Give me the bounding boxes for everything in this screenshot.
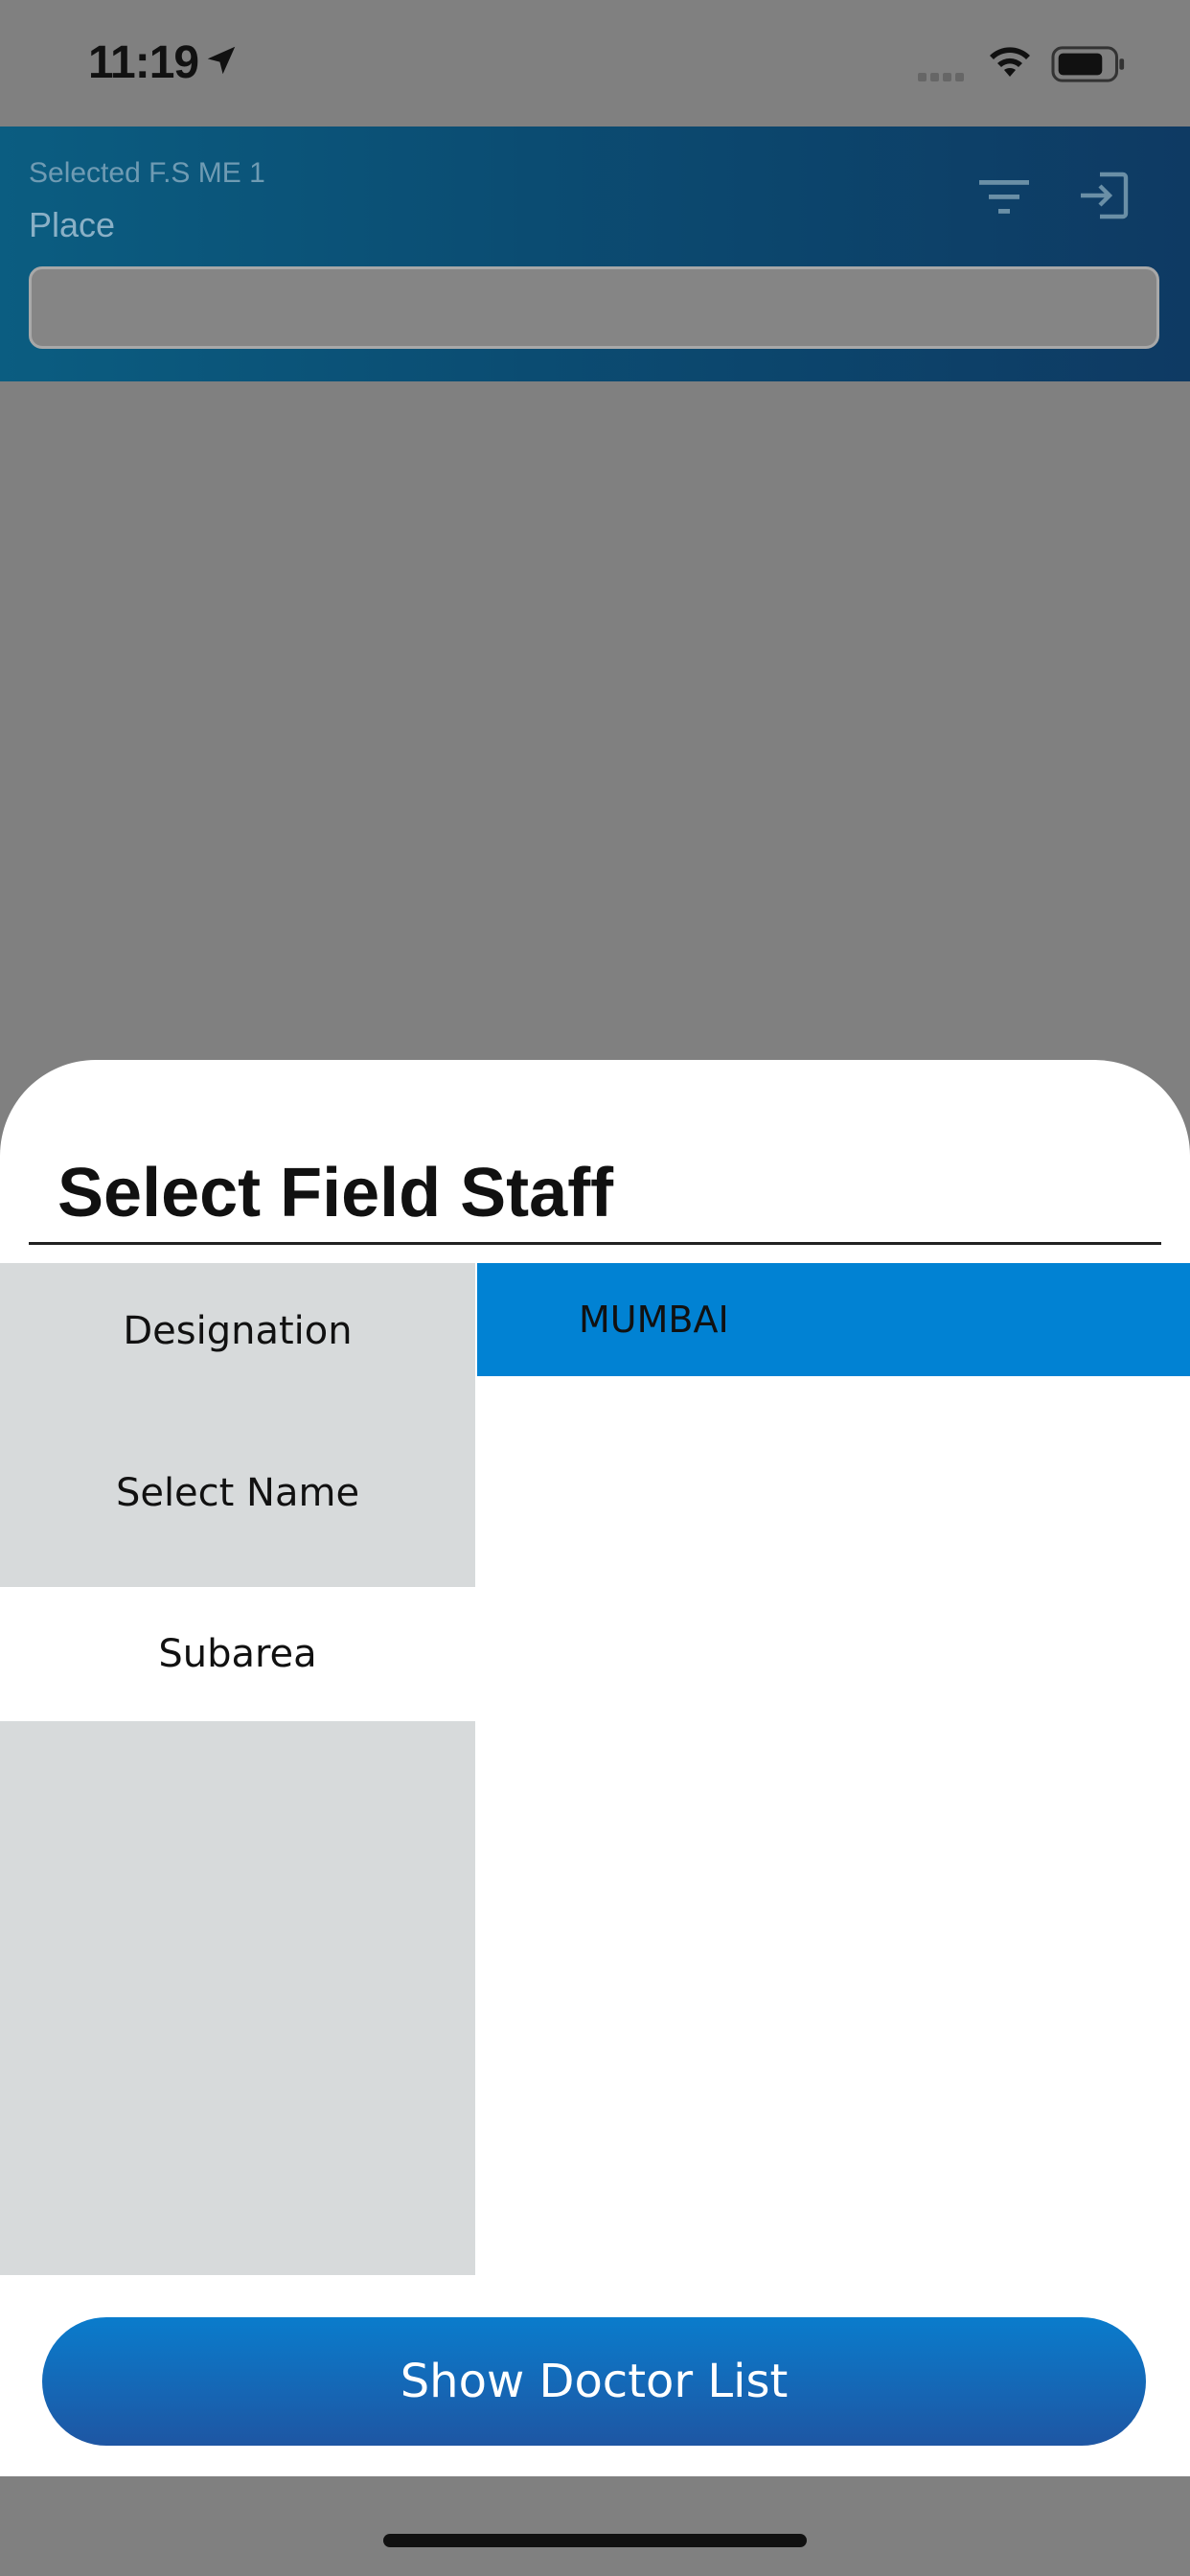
cell-signal-icon xyxy=(918,69,968,86)
status-bar: 11:19 xyxy=(0,0,1190,126)
category-select-name[interactable]: Select Name xyxy=(0,1399,475,1587)
filter-icon[interactable] xyxy=(977,176,1031,218)
selected-field-staff-label: Selected F.S ME 1 xyxy=(29,157,265,189)
status-time: 11:19 xyxy=(88,37,199,88)
filter-category-list: Designation Select Name Subarea xyxy=(0,1263,475,2275)
select-field-staff-sheet: Select Field Staff Designation Select Na… xyxy=(0,1060,1190,2476)
sheet-title: Select Field Staff xyxy=(57,1155,614,1231)
battery-icon xyxy=(1051,46,1125,82)
place-label: Place xyxy=(29,205,116,244)
title-divider xyxy=(29,1242,1161,1245)
category-subarea[interactable]: Subarea xyxy=(0,1587,475,1721)
option-mumbai[interactable]: MUMBAI xyxy=(477,1263,1190,1376)
location-arrow-icon xyxy=(207,46,236,75)
home-indicator xyxy=(383,2534,807,2547)
show-doctor-list-button[interactable]: Show Doctor List xyxy=(42,2317,1146,2446)
option-label: MUMBAI xyxy=(579,1299,729,1341)
exit-icon[interactable] xyxy=(1077,169,1131,222)
wifi-icon xyxy=(990,47,1030,77)
category-designation[interactable]: Designation xyxy=(0,1263,475,1399)
app-header: Selected F.S ME 1 Place xyxy=(0,126,1190,381)
place-input[interactable] xyxy=(29,266,1159,349)
